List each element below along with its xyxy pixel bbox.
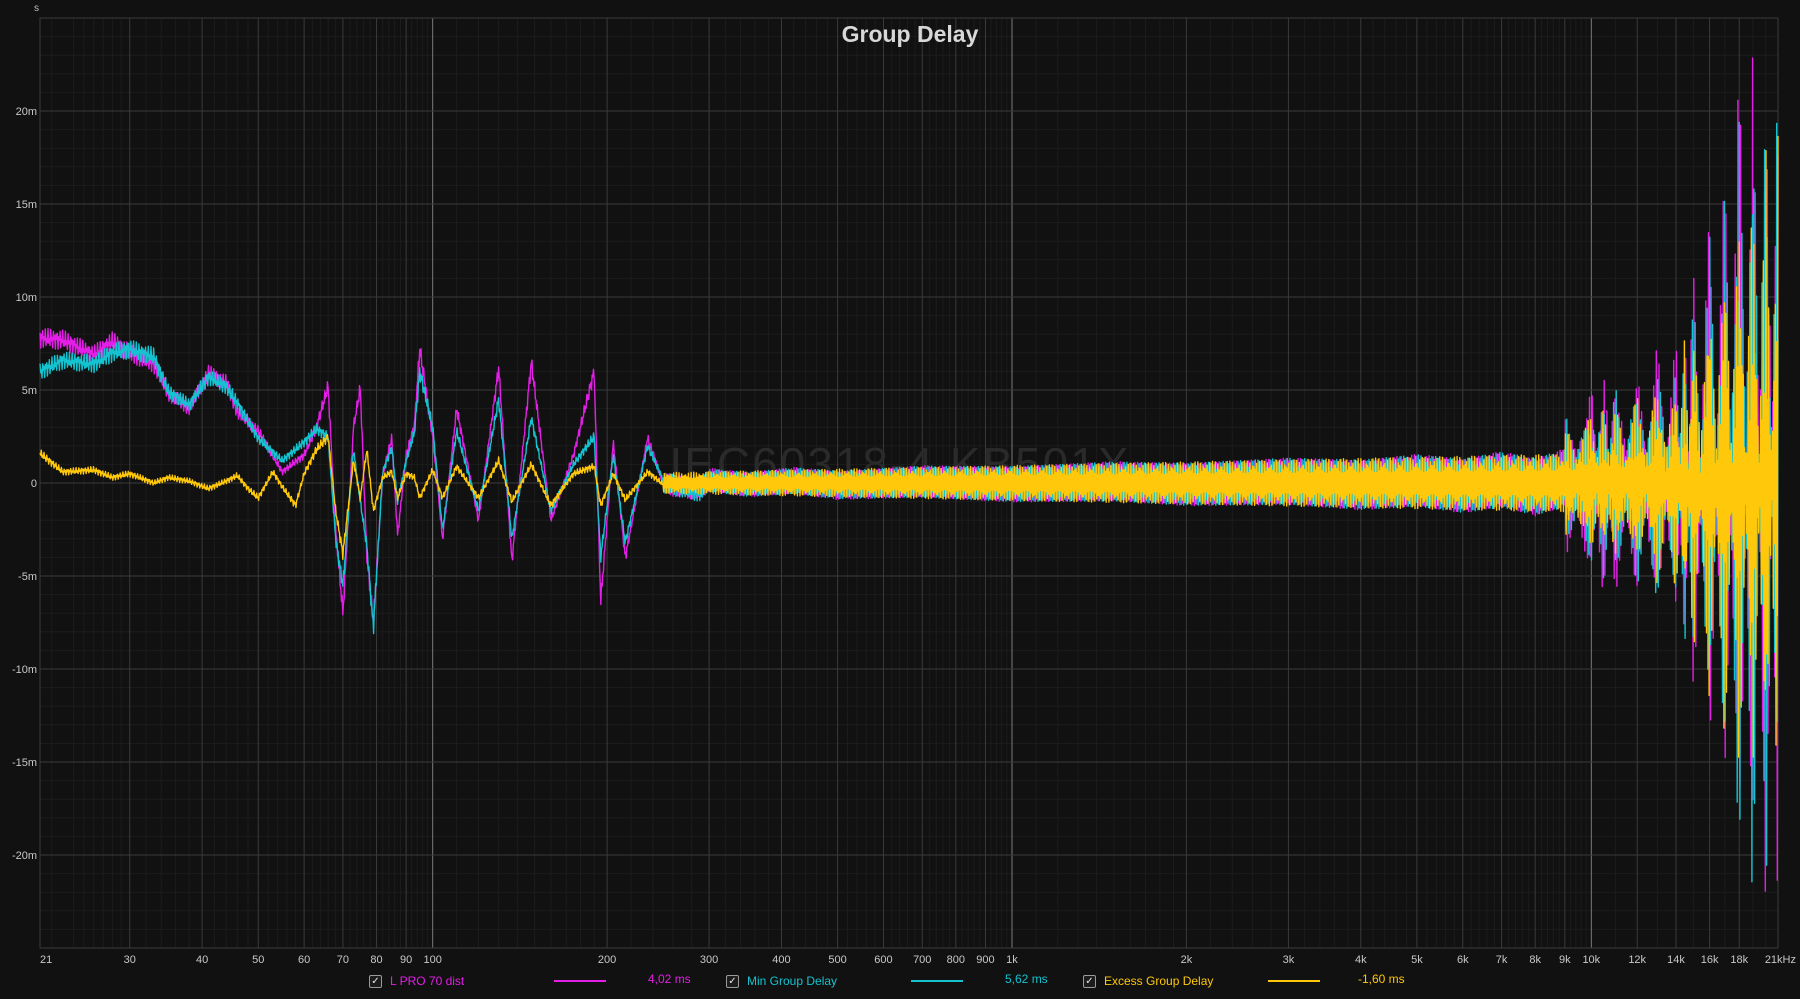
legend-checkbox-l-pro-70-dist[interactable]: ✓ bbox=[369, 974, 382, 988]
x-tick-label-600: 600 bbox=[874, 954, 892, 965]
group-delay-chart[interactable]: IEC60318-4 KB501X 20m 15m 10m 5m 0 -5m -10m -15… bbox=[0, 0, 1800, 999]
x-axis: 21 30 40 50 60 70 80 90 100 200 300 400 500 600 700 800… bbox=[40, 954, 1796, 966]
x-tick-label-14k: 14k bbox=[1667, 954, 1685, 965]
chart-canvas[interactable]: IEC60318-4 KB501X 20m15m10m5m0-5m-10m-15… bbox=[0, 0, 1800, 966]
x-tick-label-80: 80 bbox=[370, 954, 382, 965]
y-tick-label--20m: -20m bbox=[12, 850, 37, 862]
x-tick-label-5k: 5k bbox=[1411, 954, 1423, 965]
y-tick-label-20m: 20m bbox=[16, 106, 37, 118]
legend-bar: ✓ L PRO 70 dist 4,02 ms ✓ Min Group Dela… bbox=[0, 968, 1800, 994]
x-tick-label-900: 900 bbox=[976, 954, 994, 965]
x-tick-label-700: 700 bbox=[913, 954, 931, 965]
legend-value-l-pro-70-dist: 4,02 ms bbox=[648, 972, 691, 986]
x-tick-label-12k: 12k bbox=[1628, 954, 1646, 965]
x-tick-label-10k: 10k bbox=[1582, 954, 1600, 965]
legend-swatch-excess-group-delay bbox=[1268, 980, 1320, 982]
y-tick-label--5m: -5m bbox=[18, 571, 37, 583]
legend-label-l-pro-70-dist: L PRO 70 dist bbox=[390, 974, 465, 988]
x-tick-label-100: 100 bbox=[423, 954, 441, 965]
legend-label-min-group-delay: Min Group Delay bbox=[747, 974, 838, 988]
x-tick-label-16k: 16k bbox=[1701, 954, 1719, 965]
x-tick-label-60: 60 bbox=[298, 954, 310, 965]
y-tick-label-5m: 5m bbox=[22, 385, 37, 397]
x-tick-label-70: 70 bbox=[337, 954, 349, 965]
x-tick-label-4k: 4k bbox=[1355, 954, 1367, 965]
x-tick-label-2k: 2k bbox=[1181, 954, 1193, 965]
legend-swatch-l-pro-70-dist bbox=[554, 980, 606, 982]
x-tick-label-7k: 7k bbox=[1496, 954, 1508, 965]
legend-swatch-min-group-delay bbox=[911, 980, 963, 982]
x-tick-label-90: 90 bbox=[400, 954, 412, 965]
y-tick-label-0: 0 bbox=[31, 478, 37, 490]
y-tick-label-15m: 15m bbox=[16, 199, 37, 211]
x-tick-label-200: 200 bbox=[598, 954, 616, 965]
legend-item-min-group-delay[interactable]: ✓ Min Group Delay bbox=[726, 972, 837, 990]
y-tick-label--10m: -10m bbox=[12, 664, 37, 676]
x-tick-label-40: 40 bbox=[196, 954, 208, 965]
x-tick-label-6k: 6k bbox=[1457, 954, 1469, 965]
legend-label-excess-group-delay: Excess Group Delay bbox=[1104, 974, 1214, 988]
x-tick-label-1k: 1k bbox=[1006, 954, 1018, 965]
x-tick-label-21khz: 21kHz bbox=[1765, 954, 1796, 965]
x-tick-label-800: 800 bbox=[947, 954, 965, 965]
x-tick-label-500: 500 bbox=[828, 954, 846, 965]
x-tick-label-30: 30 bbox=[124, 954, 136, 965]
x-tick-label-8k: 8k bbox=[1529, 954, 1541, 965]
x-tick-label-21: 21 bbox=[40, 954, 52, 965]
x-tick-label-3k: 3k bbox=[1283, 954, 1295, 965]
y-tick-label-10m: 10m bbox=[16, 292, 37, 304]
x-tick-label-300: 300 bbox=[700, 954, 718, 965]
legend-value-excess-group-delay: -1,60 ms bbox=[1358, 972, 1405, 986]
chart-title: Group Delay bbox=[842, 21, 979, 47]
legend-item-l-pro-70-dist[interactable]: ✓ L PRO 70 dist bbox=[369, 972, 464, 990]
legend-value-min-group-delay: 5,62 ms bbox=[1005, 972, 1048, 986]
legend-checkbox-excess-group-delay[interactable]: ✓ bbox=[1083, 974, 1096, 988]
y-tick-label--15m: -15m bbox=[12, 757, 37, 769]
x-tick-label-9k: 9k bbox=[1559, 954, 1571, 965]
x-tick-label-18k: 18k bbox=[1730, 954, 1748, 965]
x-tick-label-50: 50 bbox=[252, 954, 264, 965]
y-unit-label: s bbox=[34, 3, 39, 14]
legend-checkbox-min-group-delay[interactable]: ✓ bbox=[726, 974, 739, 988]
legend-item-excess-group-delay[interactable]: ✓ Excess Group Delay bbox=[1083, 972, 1213, 990]
x-tick-label-400: 400 bbox=[772, 954, 790, 965]
